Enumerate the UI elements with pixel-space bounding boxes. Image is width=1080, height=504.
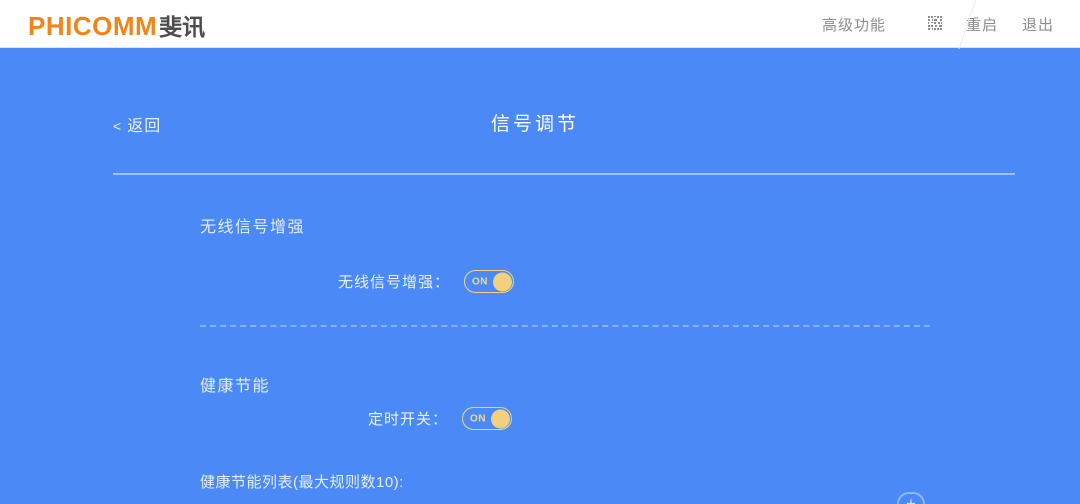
- nav-logout-button[interactable]: 退出: [1022, 14, 1054, 35]
- logo-wordmark: PHICOMM: [28, 11, 158, 41]
- nav-advanced-features[interactable]: 高级功能: [822, 14, 886, 35]
- top-header-bar: PHICOMM 斐讯 高级功能 重启 退出: [0, 0, 1080, 57]
- timer-switch-label: 定时开关：: [368, 411, 449, 428]
- signal-boost-toggle[interactable]: ON: [464, 270, 515, 293]
- page-content: < 返回 信号调节 无线信号增强 无线信号增强： ON 健康节能 定时开关： ON…: [0, 49, 1080, 504]
- field-row-signal-boost: 无线信号增强： ON: [338, 270, 515, 293]
- page-title: 信号调节: [490, 114, 579, 135]
- signal-boost-toggle-knob: [493, 272, 513, 291]
- rule-list-caption: 健康节能列表(最大规则数10):: [200, 474, 404, 491]
- add-rule-button[interactable]: +: [897, 492, 925, 504]
- signal-boost-toggle-state: ON: [472, 276, 488, 287]
- signal-boost-label: 无线信号增强：: [338, 274, 451, 291]
- section-heading-health-saving: 健康节能: [200, 378, 271, 395]
- section-dashed-divider: [200, 325, 930, 327]
- timer-switch-toggle[interactable]: ON: [462, 407, 513, 430]
- header-nav: 高级功能 重启 退出: [822, 0, 1080, 57]
- timer-switch-toggle-knob: [491, 409, 511, 428]
- brand-logo[interactable]: PHICOMM 斐讯: [28, 8, 205, 42]
- timer-switch-toggle-state: ON: [470, 413, 486, 424]
- qr-code-icon[interactable]: [927, 16, 944, 32]
- nav-restart-button[interactable]: 重启: [966, 14, 998, 35]
- field-row-timer-switch: 定时开关： ON: [368, 407, 513, 430]
- section-heading-signal-boost: 无线信号增强: [200, 219, 306, 236]
- logo-chinese-name: 斐讯: [159, 15, 206, 41]
- title-horizontal-rule: [113, 173, 1015, 175]
- plus-icon: +: [906, 494, 916, 504]
